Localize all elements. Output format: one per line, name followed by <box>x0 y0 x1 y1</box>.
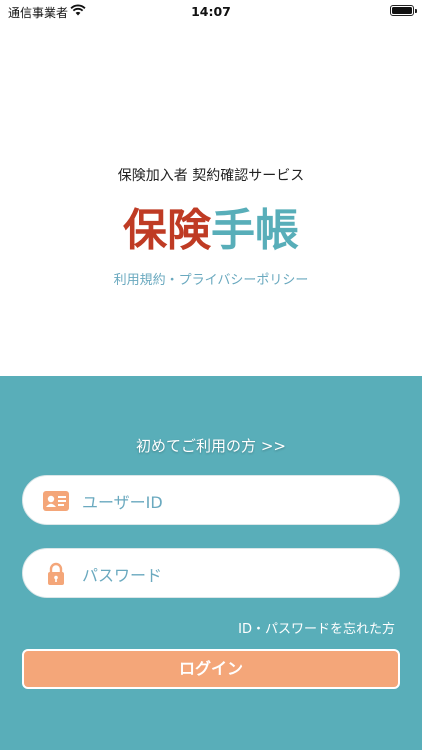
brand-logo-part2: 手帳 <box>211 205 299 256</box>
user-id-input[interactable] <box>80 486 384 518</box>
brand-logo-part1: 保険 <box>123 205 211 256</box>
first-time-user-link[interactable]: 初めてご利用の方 >> <box>0 435 422 456</box>
service-subtitle: 保険加入者 契約確認サービス <box>117 168 305 184</box>
status-bar: 通信事業者 14:07 <box>0 0 422 22</box>
forgot-credentials-link[interactable]: ID・パスワードを忘れた方 <box>238 618 395 637</box>
password-field[interactable] <box>22 548 400 598</box>
terms-privacy-link[interactable]: 利用規約・プライバシーポリシー <box>0 269 422 288</box>
brand-logo: 保険手帳 <box>0 201 422 261</box>
login-button[interactable]: ログイン <box>22 649 400 689</box>
battery-icon <box>390 5 417 16</box>
user-id-field[interactable] <box>22 475 400 525</box>
lock-icon <box>48 562 64 585</box>
login-panel: 初めてご利用の方 >> ID・パスワードを忘れた方 ログイン <box>0 376 422 750</box>
password-input[interactable] <box>80 559 384 591</box>
clock: 14:07 <box>191 4 231 19</box>
id-card-icon <box>43 491 69 511</box>
